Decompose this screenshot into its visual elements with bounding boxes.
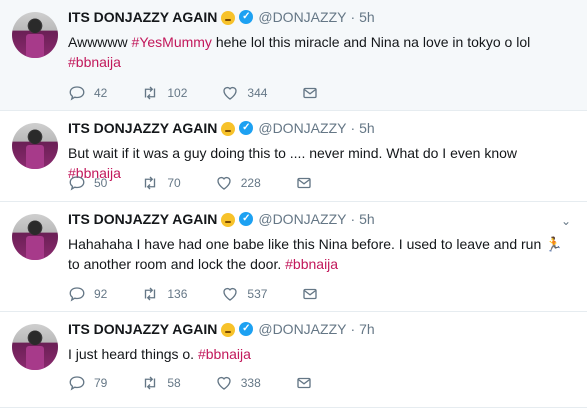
author-name[interactable]: ITS DONJAZZY AGAIN (68, 9, 217, 25)
hashtag-link[interactable]: #YesMummy (132, 34, 212, 50)
reply-icon (69, 176, 85, 191)
author-handle[interactable]: @DONJAZZY (258, 211, 346, 227)
avatar[interactable] (12, 214, 58, 260)
timestamp[interactable]: 7h (359, 321, 375, 337)
direct-message-button[interactable] (301, 285, 319, 303)
time-separator: · (350, 9, 356, 25)
author-handle[interactable]: @DONJAZZY (258, 120, 346, 136)
verified-badge-icon: ✓ (239, 121, 254, 135)
verified-badge-icon: ✓ (239, 322, 254, 336)
retweet-button[interactable]: 70 (141, 174, 181, 192)
author-name[interactable]: ITS DONJAZZY AGAIN (68, 120, 217, 136)
like-button[interactable]: 228 (215, 174, 261, 192)
chevron-down-icon[interactable]: ⌄ (561, 214, 571, 228)
reply-count: 79 (94, 376, 108, 390)
like-button[interactable]: 537 (221, 285, 267, 303)
envelope-icon (297, 377, 311, 389)
winking-face-icon (221, 323, 236, 337)
tweet[interactable]: ITS DONJAZZY AGAIN ✓ @DONJAZZY · 5h Awww… (0, 0, 587, 111)
time-separator: · (350, 321, 356, 337)
direct-message-button[interactable] (295, 374, 313, 392)
winking-face-icon (221, 11, 236, 25)
retweet-count: 58 (167, 376, 181, 390)
text-segment: I just heard things o. (68, 346, 198, 362)
like-button[interactable]: 338 (215, 374, 261, 392)
verified-badge-icon: ✓ (239, 10, 254, 24)
time-separator: · (350, 211, 356, 227)
retweet-count: 136 (167, 287, 188, 301)
tweet-text: Hahahaha I have had one babe like this N… (68, 234, 573, 274)
reply-icon (69, 376, 85, 391)
tweet-header: ITS DONJAZZY AGAIN ✓ @DONJAZZY · 5h (68, 211, 375, 227)
avatar[interactable] (12, 12, 58, 58)
reply-button[interactable]: 42 (68, 84, 107, 102)
author-handle[interactable]: @DONJAZZY (258, 9, 346, 25)
reply-icon (69, 287, 85, 302)
reply-count: 50 (94, 176, 108, 190)
hashtag-link[interactable]: #bbnaija (198, 346, 251, 362)
tweet-feed: ITS DONJAZZY AGAIN ✓ @DONJAZZY · 5h Awww… (0, 0, 587, 408)
timestamp[interactable]: 5h (359, 120, 375, 136)
tweet-header: ITS DONJAZZY AGAIN ✓ @DONJAZZY · 5h (68, 120, 375, 136)
heart-icon (223, 287, 238, 301)
tweet-text: I just heard things o. #bbnaija (68, 344, 573, 364)
reply-button[interactable]: 92 (68, 285, 107, 303)
like-count: 338 (240, 376, 261, 390)
timestamp[interactable]: 5h (359, 9, 375, 25)
retweet-button[interactable]: 58 (141, 374, 181, 392)
like-count: 344 (247, 86, 268, 100)
retweet-icon (145, 86, 156, 100)
reply-button[interactable]: 50 (68, 174, 107, 192)
retweet-count: 102 (167, 86, 188, 100)
envelope-icon (303, 87, 318, 99)
hashtag-link[interactable]: #bbnaija (285, 256, 338, 272)
direct-message-button[interactable] (295, 174, 313, 192)
timestamp[interactable]: 5h (359, 211, 375, 227)
avatar[interactable] (12, 324, 58, 370)
like-count: 537 (247, 287, 268, 301)
avatar[interactable] (12, 123, 58, 169)
retweet-icon (145, 376, 156, 390)
tweet[interactable]: ITS DONJAZZY AGAIN ✓ @DONJAZZY · 5h But … (0, 111, 587, 202)
time-separator: · (350, 120, 356, 136)
tweet-actions: 79 58 338 (68, 374, 347, 392)
heart-icon (217, 376, 231, 390)
text-segment: Awwwww (68, 34, 132, 50)
text-segment: But wait if it was a guy doing this to .… (68, 145, 517, 161)
tweet-actions: 92 136 537 (68, 285, 353, 303)
tweet-actions: 42 102 344 (68, 84, 353, 102)
direct-message-button[interactable] (301, 84, 319, 102)
like-count: 228 (240, 176, 261, 190)
heart-icon (223, 86, 238, 100)
author-name[interactable]: ITS DONJAZZY AGAIN (68, 211, 217, 227)
reply-count: 42 (94, 86, 108, 100)
tweet-header: ITS DONJAZZY AGAIN ✓ @DONJAZZY · 7h (68, 321, 375, 337)
envelope-icon (303, 288, 318, 300)
tweet-actions: 50 70 228 (68, 174, 347, 192)
reply-count: 92 (94, 287, 108, 301)
envelope-icon (297, 177, 311, 189)
retweet-count: 70 (167, 176, 181, 190)
heart-icon (217, 176, 231, 190)
text-segment: hehe lol this miracle and Nina na love i… (211, 34, 531, 50)
retweet-button[interactable]: 136 (141, 285, 187, 303)
winking-face-icon (221, 122, 236, 136)
hashtag-link[interactable]: #bbnaija (68, 54, 121, 70)
tweet[interactable]: ITS DONJAZZY AGAIN ✓ @DONJAZZY · 7h I ju… (0, 312, 587, 408)
like-button[interactable]: 344 (221, 84, 267, 102)
retweet-icon (145, 287, 156, 301)
winking-face-icon (221, 213, 236, 227)
verified-badge-icon: ✓ (239, 212, 254, 226)
author-handle[interactable]: @DONJAZZY (258, 321, 346, 337)
tweet[interactable]: ⌄ ITS DONJAZZY AGAIN ✓ @DONJAZZY · 5h Ha… (0, 202, 587, 312)
retweet-button[interactable]: 102 (141, 84, 187, 102)
reply-icon (69, 86, 85, 101)
reply-button[interactable]: 79 (68, 374, 107, 392)
tweet-header: ITS DONJAZZY AGAIN ✓ @DONJAZZY · 5h (68, 9, 375, 25)
author-name[interactable]: ITS DONJAZZY AGAIN (68, 321, 217, 337)
retweet-icon (145, 176, 156, 190)
tweet-text: Awwwww #YesMummy hehe lol this miracle a… (68, 32, 573, 72)
